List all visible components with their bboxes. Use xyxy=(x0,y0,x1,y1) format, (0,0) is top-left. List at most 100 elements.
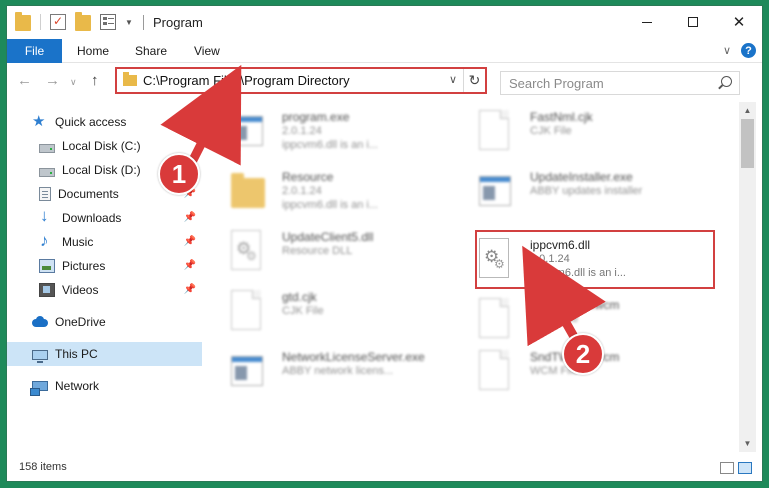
tab-view[interactable]: View xyxy=(194,44,220,58)
nav-item-label: This PC xyxy=(55,347,98,361)
file-icon xyxy=(479,350,509,390)
file-name: NetworkLicenseServer.exe xyxy=(282,350,425,364)
refresh-button[interactable]: ↻ xyxy=(463,69,485,92)
properties-icon[interactable] xyxy=(50,14,66,30)
item-count: 158 items xyxy=(19,461,67,473)
network-icon xyxy=(30,381,48,396)
file-icon-wrapper xyxy=(231,350,265,392)
file-version: 2.0.1.24 xyxy=(282,125,322,137)
recent-locations-icon[interactable]: ∨ xyxy=(70,77,77,88)
address-row: ← → ∨ ↑ C:\Program Files\Program Directo… xyxy=(7,64,762,97)
maximize-icon xyxy=(688,17,698,27)
file-item-fastnml[interactable]: FastNml.cjk CJK File xyxy=(459,104,707,156)
nav-item-label: Documents xyxy=(58,187,119,201)
nav-item-label: OneDrive xyxy=(55,315,106,329)
file-item-networklicenseserver[interactable]: NetworkLicenseServer.exe ABBY network li… xyxy=(211,344,459,396)
nav-item-quick-access[interactable]: Quick access xyxy=(7,110,202,134)
refresh-icon: ↻ xyxy=(468,72,481,88)
nav-item-label: Local Disk (C:) xyxy=(62,139,141,153)
dll-icon xyxy=(231,230,261,270)
nav-item-onedrive[interactable]: OneDrive xyxy=(7,310,202,334)
nav-item-label: Quick access xyxy=(55,115,127,129)
minimize-icon xyxy=(642,21,652,23)
documents-icon xyxy=(39,187,51,201)
file-name: UpdateClient5.dll xyxy=(282,230,374,244)
file-type: Resource DLL xyxy=(282,245,353,257)
customize-toolbar-icon[interactable]: ▼ xyxy=(125,18,133,27)
window-title: Program xyxy=(153,15,203,30)
exe-icon xyxy=(479,176,511,206)
nav-item-this-pc[interactable]: This PC xyxy=(7,342,202,366)
nav-item-label: Pictures xyxy=(62,259,106,273)
file-name: UpdateInstaller.exe xyxy=(530,170,633,184)
file-name: SndTWP16.wcm xyxy=(530,298,620,312)
pin-icon[interactable]: 📌 xyxy=(184,260,196,271)
folder-icon xyxy=(15,12,31,31)
file-item-program-exe[interactable]: program.exe 2.0.1.24 ippcvm6.dll is an i… xyxy=(211,104,459,156)
up-arrow-icon[interactable]: ↑ xyxy=(91,72,99,89)
nav-item-music[interactable]: Music 📌 xyxy=(7,230,202,254)
tiles-view-icon[interactable] xyxy=(738,462,752,474)
tab-home[interactable]: Home xyxy=(77,44,109,58)
file-type: ABBY network licens... xyxy=(282,365,394,377)
pin-icon[interactable]: 📌 xyxy=(184,212,196,223)
search-box[interactable] xyxy=(500,71,740,95)
nav-item-label: Downloads xyxy=(62,211,122,225)
forward-arrow-icon[interactable]: → xyxy=(45,72,60,89)
help-icon[interactable]: ? xyxy=(741,43,756,58)
target-file-highlight xyxy=(475,230,715,289)
file-description: ippcvm6.dll is an i... xyxy=(282,199,378,211)
file-item-updateinstaller[interactable]: UpdateInstaller.exe ABBY updates install… xyxy=(459,164,707,216)
videos-icon xyxy=(39,283,55,297)
file-icon xyxy=(479,298,509,338)
file-icon-wrapper xyxy=(231,170,265,212)
address-bar[interactable]: C:\Program Files\Program Directory ∨ ↻ xyxy=(115,67,487,94)
nav-item-downloads[interactable]: Downloads 📌 xyxy=(7,206,202,230)
nav-item-pictures[interactable]: Pictures 📌 xyxy=(7,254,202,278)
search-input[interactable] xyxy=(501,72,701,94)
file-name: program.exe xyxy=(282,110,350,124)
file-icon-wrapper xyxy=(479,170,513,212)
file-type: ABBY updates installer xyxy=(530,185,643,197)
file-icon-wrapper xyxy=(479,298,513,340)
pin-icon[interactable]: 📌 xyxy=(184,236,196,247)
file-description: ippcvm6.dll is an i... xyxy=(282,139,378,151)
address-folder-icon xyxy=(123,72,137,86)
file-icon-wrapper xyxy=(231,230,265,272)
file-item-resource[interactable]: Resource 2.0.1.24 ippcvm6.dll is an i... xyxy=(211,164,459,216)
nav-item-videos[interactable]: Videos 📌 xyxy=(7,278,202,302)
pin-icon[interactable]: 📌 xyxy=(184,284,196,295)
scroll-thumb[interactable] xyxy=(741,119,754,168)
file-item-gtd-cjk[interactable]: gtd.cjk CJK File xyxy=(211,284,459,336)
view-toggles xyxy=(720,462,752,474)
minimize-button[interactable] xyxy=(624,6,670,38)
title-bar: ▼ Program ✕ xyxy=(7,6,762,38)
close-button[interactable]: ✕ xyxy=(716,6,762,38)
tab-share[interactable]: Share xyxy=(135,44,167,58)
vertical-scrollbar[interactable]: ▲ ▼ xyxy=(739,102,756,452)
maximize-button[interactable] xyxy=(670,6,716,38)
address-dropdown-icon[interactable]: ∨ xyxy=(449,73,457,86)
nav-item-network[interactable]: Network xyxy=(7,374,202,398)
nav-item-label: Music xyxy=(62,235,94,249)
new-folder-icon[interactable] xyxy=(75,12,91,31)
view-icon[interactable] xyxy=(100,14,116,30)
search-icon[interactable] xyxy=(721,76,732,87)
scroll-up-icon[interactable]: ▲ xyxy=(739,102,756,119)
step-1-badge: 1 xyxy=(158,153,200,195)
pictures-icon xyxy=(39,259,55,273)
downloads-icon xyxy=(39,206,55,226)
scroll-down-icon[interactable]: ▼ xyxy=(739,435,756,452)
nav-item-label: Videos xyxy=(62,283,99,297)
file-item-updateclient5[interactable]: UpdateClient5.dll Resource DLL xyxy=(211,224,459,276)
toolbar-divider xyxy=(40,14,41,30)
ribbon-right-controls: ∨ ? xyxy=(723,43,756,58)
address-path[interactable]: C:\Program Files\Program Directory xyxy=(143,73,350,88)
file-icon xyxy=(479,110,509,150)
window-controls: ✕ xyxy=(624,6,762,38)
expand-ribbon-icon[interactable]: ∨ xyxy=(723,44,731,57)
back-arrow-icon[interactable]: ← xyxy=(17,72,32,89)
tab-file[interactable]: File xyxy=(7,39,62,63)
details-view-icon[interactable] xyxy=(720,462,734,474)
nav-item-label: Local Disk (D:) xyxy=(62,163,141,177)
